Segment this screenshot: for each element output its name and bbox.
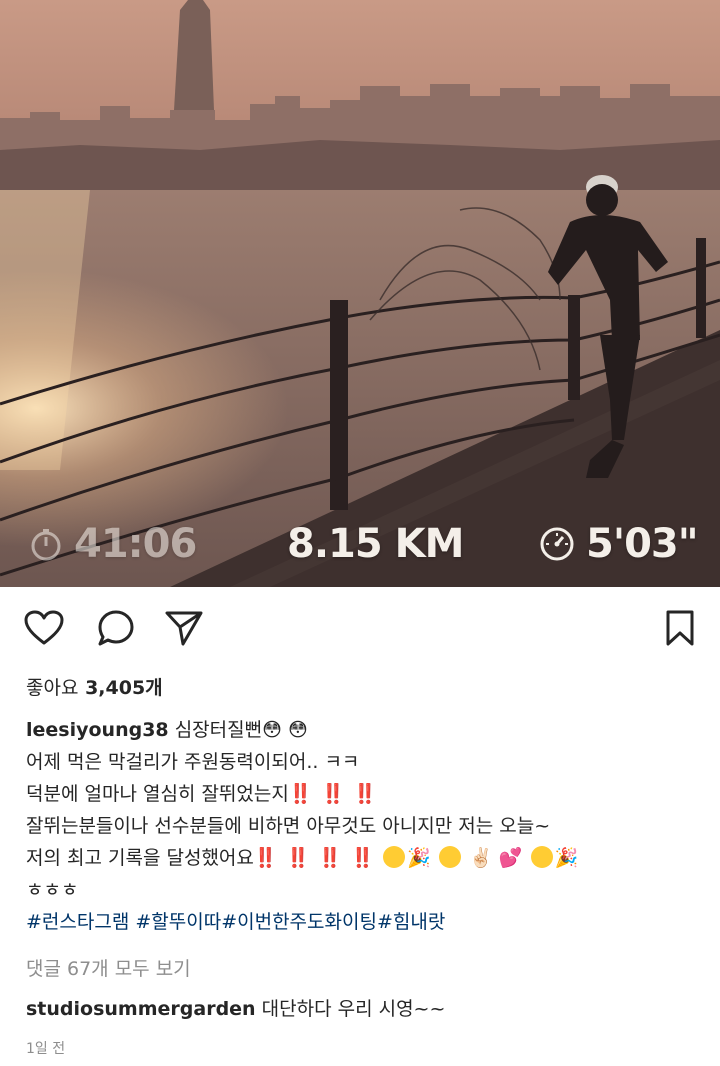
post-caption: leesiyoung38 심장터질뻔😳 😳 어제 먹은 막걸리가 주원동력이되어… — [26, 714, 706, 938]
speedometer-icon — [538, 525, 576, 563]
caption-text: 심장터질뻔 — [174, 719, 263, 741]
view-all-comments-link[interactable]: 댓글 67개 모두 보기 — [26, 954, 191, 981]
run-distance-value: 8.15 KM — [287, 521, 464, 567]
grimacing-face-icon — [439, 846, 462, 868]
running-photo-scene — [0, 0, 720, 587]
post-timestamp: 1일 전 — [26, 1041, 66, 1057]
post-photo[interactable]: 41:06 8.15 KM 5'03" — [0, 0, 720, 587]
flushed-face-icon: 😳 😳 — [262, 719, 308, 741]
double-exclamation-icon: ‼️ ‼️ ‼️ ‼️ — [253, 847, 376, 869]
caption-line-5: 저의 최고 기록을 달성했어요‼️ ‼️ ‼️ ‼️ 🎉 ✌🏻 💕 🎉 — [26, 842, 706, 874]
victory-hand-icon: ✌🏻 — [469, 847, 493, 869]
run-time-value: 41:06 — [74, 521, 197, 567]
run-pace: 5'03" — [538, 512, 699, 576]
comment-item: studiosummergarden 대단하다 우리 시영~~ — [26, 994, 445, 1021]
two-hearts-icon: 💕 — [498, 847, 523, 869]
run-time: 41:06 — [28, 512, 197, 576]
share-button[interactable] — [162, 608, 206, 652]
comment-button[interactable] — [94, 608, 138, 652]
heart-icon — [24, 610, 64, 650]
comment-text: 대단하다 우리 시영~~ — [261, 998, 446, 1020]
tears-of-joy-face-icon — [530, 846, 553, 868]
caption-line-6: ㅎㅎㅎ — [26, 879, 79, 901]
likes-label: 좋아요 — [26, 677, 79, 699]
run-pace-value: 5'03" — [586, 521, 699, 567]
caption-line-4: 잘뛰는분들이나 선수분들에 비하면 아무것도 아니지만 저는 오늘~ — [26, 815, 551, 837]
run-distance: 8.15 KM — [287, 512, 464, 576]
post-actions — [0, 608, 720, 652]
caption-username[interactable]: leesiyoung38 — [26, 719, 169, 741]
caption-line-2: 어제 먹은 막걸리가 주원동력이되어.. ㅋㅋ — [26, 751, 360, 773]
bookmark-icon — [665, 609, 695, 651]
comment-username[interactable]: studiosummergarden — [26, 998, 256, 1020]
sunglasses-face-icon — [383, 846, 406, 868]
comment-icon — [97, 609, 135, 651]
like-button[interactable] — [22, 608, 66, 652]
caption-line-1: leesiyoung38 심장터질뻔😳 😳 — [26, 714, 706, 746]
likes-number: 3,405개 — [85, 677, 163, 699]
party-popper-icon: 🎉 — [554, 847, 579, 869]
double-exclamation-icon: ‼️ ‼️ ‼️ — [288, 783, 379, 805]
save-button[interactable] — [658, 608, 702, 652]
party-popper-icon: 🎉 — [407, 847, 432, 869]
likes-count[interactable]: 좋아요 3,405개 — [26, 673, 163, 700]
caption-line-3-text: 덕분에 얼마나 열심히 잘뛰었는지 — [26, 783, 289, 805]
hashtags[interactable]: #런스타그램 #할뚜이따#이번한주도화이팅#힘내랏 — [26, 906, 706, 938]
caption-line-5-text: 저의 최고 기록을 달성했어요 — [26, 847, 254, 869]
stopwatch-icon — [28, 526, 64, 562]
caption-line-3: 덕분에 얼마나 열심히 잘뛰었는지‼️ ‼️ ‼️ — [26, 778, 706, 810]
send-icon — [164, 609, 204, 651]
